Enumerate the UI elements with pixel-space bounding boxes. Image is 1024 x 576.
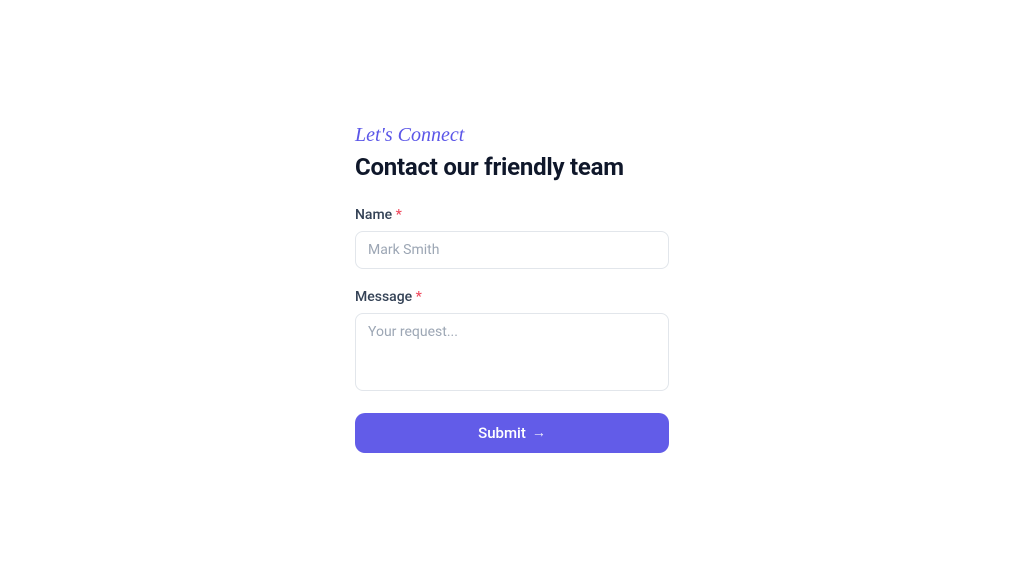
required-marker: *: [396, 207, 402, 223]
form-heading: Contact our friendly team: [355, 153, 669, 181]
form-eyebrow: Let's Connect: [355, 124, 669, 147]
required-marker: *: [416, 289, 422, 305]
message-label-text: Message: [355, 289, 412, 305]
arrow-right-icon: →: [532, 424, 546, 441]
name-input[interactable]: [355, 231, 669, 269]
submit-button[interactable]: Submit →: [355, 413, 669, 453]
submit-label: Submit: [478, 424, 526, 442]
message-input[interactable]: [355, 313, 669, 391]
contact-form: Let's Connect Contact our friendly team …: [355, 124, 669, 453]
name-label: Name *: [355, 207, 669, 223]
message-label: Message *: [355, 289, 669, 305]
name-label-text: Name: [355, 207, 392, 223]
